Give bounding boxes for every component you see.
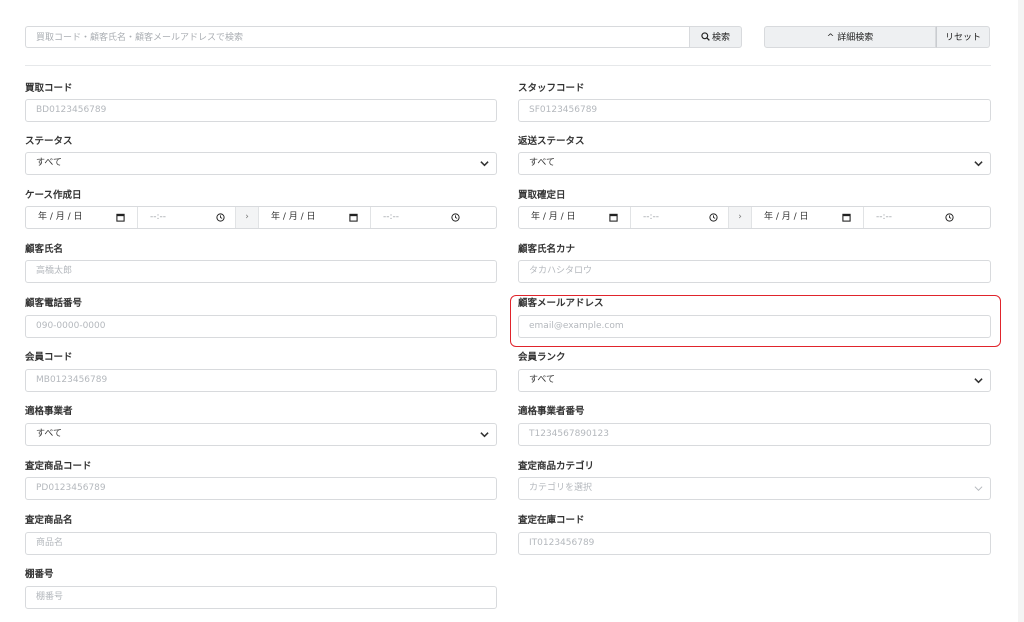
return-status-label: 返送ステータス bbox=[518, 136, 585, 147]
chevron-down-icon bbox=[974, 161, 983, 167]
status-select-value: すべて bbox=[36, 158, 63, 168]
purchase-confirmed-start-time[interactable]: --:-- bbox=[631, 207, 728, 228]
appraisal-inventory-code-label: 査定在庫コード bbox=[518, 515, 585, 526]
qualified-business-label: 適格事業者 bbox=[25, 406, 73, 417]
purchase-confirmed-date-label: 買取確定日 bbox=[518, 190, 566, 201]
case-created-start-time[interactable]: --:-- bbox=[138, 207, 235, 228]
case-created-start-date[interactable]: 年 / 月 / 日 bbox=[26, 207, 138, 228]
customer-name-kana-label: 顧客氏名カナ bbox=[518, 244, 576, 255]
highlight-box bbox=[510, 295, 1001, 347]
search-button-label: 検索 bbox=[711, 33, 730, 43]
purchase-confirmed-end-date[interactable]: 年 / 月 / 日 bbox=[752, 207, 864, 228]
purchase-confirmed-date-range: 年 / 月 / 日 --:-- › 年 / 月 / 日 --:-- bbox=[518, 206, 991, 229]
purchase-confirmed-start-date[interactable]: 年 / 月 / 日 bbox=[519, 207, 631, 228]
case-created-date-label: ケース作成日 bbox=[25, 190, 82, 201]
purchase-code-label: 買取コード bbox=[25, 83, 73, 94]
shelf-number-input[interactable]: 棚番号 bbox=[25, 586, 497, 609]
search-form-page: 買取コード・顧客氏名・顧客メールアドレスで検索 検索 ^ 詳細検索 リセット 買… bbox=[0, 0, 1024, 622]
member-rank-label: 会員ランク bbox=[518, 352, 566, 363]
advanced-search-label: 詳細検索 bbox=[837, 33, 874, 43]
appraisal-product-category-label: 査定商品カテゴリ bbox=[518, 461, 595, 472]
search-icon bbox=[701, 32, 710, 41]
calendar-icon[interactable] bbox=[116, 213, 125, 222]
staff-code-input[interactable]: SF0123456789 bbox=[518, 99, 991, 122]
member-rank-select[interactable]: すべて bbox=[518, 369, 991, 392]
date-range-separator: › bbox=[728, 207, 752, 228]
qualified-business-number-label: 適格事業者番号 bbox=[518, 406, 585, 417]
appraisal-inventory-code-input[interactable]: IT0123456789 bbox=[518, 532, 991, 555]
search-input[interactable]: 買取コード・顧客氏名・顧客メールアドレスで検索 bbox=[25, 26, 689, 48]
chevron-down-icon bbox=[974, 486, 983, 492]
customer-name-kana-input[interactable]: タカハシタロウ bbox=[518, 260, 991, 283]
clock-icon[interactable] bbox=[216, 213, 225, 222]
member-rank-select-value: すべて bbox=[529, 375, 556, 385]
customer-name-label: 顧客氏名 bbox=[25, 244, 64, 255]
appraisal-product-name-label: 査定商品名 bbox=[25, 515, 73, 526]
case-created-date-range: 年 / 月 / 日 --:-- › 年 / 月 / 日 --:-- bbox=[25, 206, 497, 229]
purchase-confirmed-end-time[interactable]: --:-- bbox=[864, 207, 964, 228]
scrollbar[interactable] bbox=[1018, 0, 1024, 622]
calendar-icon[interactable] bbox=[842, 213, 851, 222]
search-button[interactable]: 検索 bbox=[689, 26, 742, 48]
appraisal-product-category-select[interactable]: カテゴリを選択 bbox=[518, 477, 991, 500]
chevron-up-icon: ^ bbox=[826, 33, 838, 43]
staff-code-label: スタッフコード bbox=[518, 83, 585, 94]
advanced-search-button[interactable]: ^ 詳細検索 bbox=[764, 26, 936, 48]
chevron-down-icon bbox=[974, 378, 983, 384]
status-label: ステータス bbox=[25, 136, 73, 147]
member-code-label: 会員コード bbox=[25, 352, 73, 363]
status-select[interactable]: すべて bbox=[25, 152, 497, 175]
appraisal-product-category-placeholder: カテゴリを選択 bbox=[529, 483, 593, 493]
return-status-select[interactable]: すべて bbox=[518, 152, 991, 175]
member-code-input[interactable]: MB0123456789 bbox=[25, 369, 497, 392]
qualified-business-number-input[interactable]: T1234567890123 bbox=[518, 423, 991, 446]
clock-icon[interactable] bbox=[945, 213, 954, 222]
case-created-end-time[interactable]: --:-- bbox=[371, 207, 470, 228]
chevron-down-icon bbox=[480, 432, 489, 438]
reset-button[interactable]: リセット bbox=[936, 26, 990, 48]
purchase-code-input[interactable]: BD0123456789 bbox=[25, 99, 497, 122]
clock-icon[interactable] bbox=[451, 213, 460, 222]
customer-phone-input[interactable]: 090-0000-0000 bbox=[25, 315, 497, 338]
appraisal-product-name-input[interactable]: 商品名 bbox=[25, 532, 497, 555]
clock-icon[interactable] bbox=[709, 213, 718, 222]
customer-name-input[interactable]: 高橋太郎 bbox=[25, 260, 497, 283]
chevron-down-icon bbox=[480, 161, 489, 167]
appraisal-product-code-input[interactable]: PD0123456789 bbox=[25, 477, 497, 500]
appraisal-product-code-label: 査定商品コード bbox=[25, 461, 92, 472]
divider bbox=[25, 65, 991, 66]
calendar-icon[interactable] bbox=[609, 213, 618, 222]
qualified-business-select[interactable]: すべて bbox=[25, 423, 497, 446]
case-created-end-date[interactable]: 年 / 月 / 日 bbox=[259, 207, 371, 228]
shelf-number-label: 棚番号 bbox=[25, 569, 54, 580]
calendar-icon[interactable] bbox=[349, 213, 358, 222]
date-range-separator: › bbox=[235, 207, 259, 228]
return-status-select-value: すべて bbox=[529, 158, 556, 168]
qualified-business-select-value: すべて bbox=[36, 429, 63, 439]
customer-phone-label: 顧客電話番号 bbox=[25, 298, 83, 309]
